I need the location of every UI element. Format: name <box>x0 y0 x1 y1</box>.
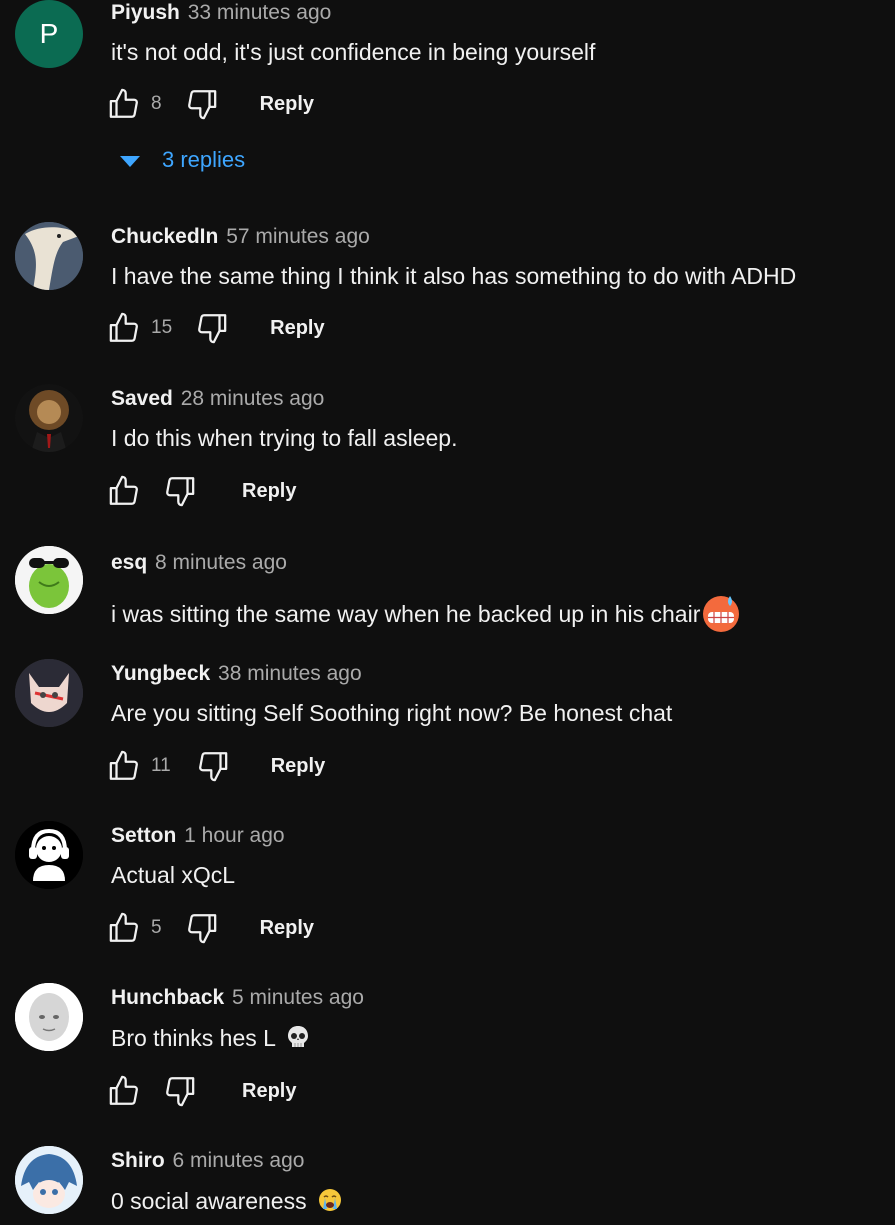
comment-time[interactable]: 8 minutes ago <box>155 551 287 574</box>
author-name[interactable]: ChuckedIn <box>111 225 218 248</box>
reply-button[interactable]: Reply <box>260 93 314 116</box>
comment-time[interactable]: 33 minutes ago <box>188 1 332 24</box>
author-name[interactable]: Hunchback <box>111 986 224 1009</box>
comment-time[interactable]: 28 minutes ago <box>181 387 325 410</box>
comment-text: Actual xQcL <box>111 862 235 888</box>
comment-actions: 5 Reply <box>108 910 314 946</box>
frog-sunglasses-avatar[interactable] <box>15 546 83 614</box>
dislike-button[interactable] <box>162 1074 196 1108</box>
author-name[interactable]: esq <box>111 551 147 574</box>
comment-actions: Reply <box>108 473 296 509</box>
like-button[interactable]: 8 <box>108 87 162 121</box>
grimacing-sweat-emoji <box>700 592 742 640</box>
comment-actions: Reply <box>108 1073 296 1109</box>
author-name[interactable]: Saved <box>111 387 173 410</box>
author-name[interactable]: Setton <box>111 824 176 847</box>
comment-time[interactable]: 57 minutes ago <box>226 225 370 248</box>
dislike-button[interactable] <box>184 87 218 121</box>
view-replies-button[interactable]: 3 replies <box>120 147 245 173</box>
cat-avatar[interactable] <box>15 659 83 727</box>
thumbs-up-icon <box>109 475 138 505</box>
comment-time[interactable]: 6 minutes ago <box>173 1149 305 1172</box>
comment-header: Piyush 33 minutes ago <box>111 1 331 25</box>
like-count: 11 <box>151 755 171 776</box>
dislike-button[interactable] <box>194 311 228 345</box>
comment-text-row: 0 social awareness <box>111 1187 343 1219</box>
like-count: 8 <box>151 93 162 114</box>
thumbs-up-icon <box>109 88 138 118</box>
author-name[interactable]: Piyush <box>111 1 180 24</box>
comment-actions: 8 Reply <box>108 86 314 122</box>
comment-text: I have the same thing I think it also ha… <box>111 263 797 289</box>
comment-text-row: Bro thinks hes L <box>111 1024 311 1056</box>
comment-actions: 15 Reply <box>108 310 325 346</box>
comment-text: 0 social awareness <box>111 1188 307 1215</box>
comment-text: Are you sitting Self Soothing right now?… <box>111 700 673 726</box>
dislike-button[interactable] <box>184 911 218 945</box>
caret-down-icon <box>120 155 140 167</box>
comment-header: Shiro 6 minutes ago <box>111 1149 304 1173</box>
comment-header: Hunchback 5 minutes ago <box>111 986 364 1010</box>
thumbs-down-icon <box>198 314 227 344</box>
skull-emoji <box>285 1024 311 1056</box>
like-button[interactable]: 15 <box>108 311 172 345</box>
replies-label: 3 replies <box>162 147 246 172</box>
thumbs-down-icon <box>198 752 228 782</box>
like-count: 15 <box>151 317 173 338</box>
anime-shark-avatar[interactable] <box>15 1146 83 1214</box>
comment-text: I do this when trying to fall asleep. <box>111 425 458 451</box>
comment-time[interactable]: 1 hour ago <box>184 824 284 847</box>
like-count: 5 <box>151 917 162 938</box>
comment-header: Saved 28 minutes ago <box>111 387 324 411</box>
like-button[interactable]: 11 <box>108 749 171 783</box>
avatar-letter: P <box>39 18 59 49</box>
author-name[interactable]: Shiro <box>111 1149 165 1172</box>
thumbs-down-icon <box>187 914 216 944</box>
reply-button[interactable]: Reply <box>242 480 296 503</box>
comment-header: ChuckedIn 57 minutes ago <box>111 225 370 249</box>
reply-button[interactable]: Reply <box>271 755 325 778</box>
goose-avatar[interactable] <box>15 222 83 290</box>
thumbs-up-icon <box>109 1075 138 1105</box>
comment-header: Setton 1 hour ago <box>111 824 285 848</box>
thumbs-up-icon <box>109 912 138 942</box>
reply-button[interactable]: Reply <box>260 917 314 940</box>
comment-text-row: i was sitting the same way when he backe… <box>111 592 742 640</box>
thumbs-up-icon <box>109 312 138 342</box>
reply-button[interactable]: Reply <box>242 1080 296 1103</box>
crying-emoji <box>317 1187 343 1219</box>
dislike-button[interactable] <box>162 474 196 508</box>
like-button[interactable] <box>108 1074 142 1108</box>
like-button[interactable] <box>108 474 142 508</box>
dislike-button[interactable] <box>195 749 229 783</box>
thumbs-up-icon <box>109 750 138 780</box>
comment-text: Bro thinks hes L <box>111 1025 276 1052</box>
comment-header: Yungbeck 38 minutes ago <box>111 662 362 686</box>
avatar[interactable]: P <box>15 0 83 68</box>
thumbs-down-icon <box>187 90 216 120</box>
comment-time[interactable]: 38 minutes ago <box>218 662 362 685</box>
comment-text: i was sitting the same way when he backe… <box>111 601 701 628</box>
comment-header: esq 8 minutes ago <box>111 551 287 575</box>
comment-text: it's not odd, it's just confidence in be… <box>111 39 596 65</box>
author-name[interactable]: Yungbeck <box>111 662 210 685</box>
lion-suit-avatar[interactable] <box>15 384 83 452</box>
bald-head-avatar[interactable] <box>15 983 83 1051</box>
reply-button[interactable]: Reply <box>270 317 324 340</box>
thumbs-down-icon <box>166 1077 195 1107</box>
like-button[interactable]: 5 <box>108 911 162 945</box>
comment-time[interactable]: 5 minutes ago <box>232 986 364 1009</box>
headphones-avatar[interactable] <box>15 821 83 889</box>
comment-actions: 11 Reply <box>108 748 325 784</box>
thumbs-down-icon <box>166 477 195 507</box>
